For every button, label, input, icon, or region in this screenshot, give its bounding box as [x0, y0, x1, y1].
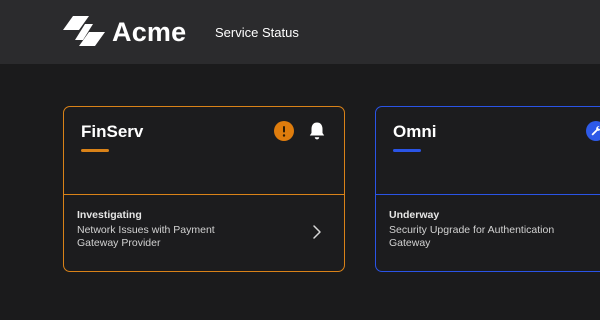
bell-icon[interactable]: [308, 121, 326, 141]
status-accent-bar: [81, 149, 109, 152]
service-card-finserv[interactable]: FinServ Investigating Network Issues wit…: [63, 106, 345, 272]
warning-icon: [274, 121, 294, 141]
card-divider: [376, 194, 600, 195]
card-title: FinServ: [81, 122, 144, 141]
chevron-right-icon[interactable]: [311, 224, 323, 240]
card-title: Omni: [393, 122, 437, 141]
service-card-omni[interactable]: Omni Underway Security Upgrade for Authe…: [375, 106, 600, 272]
incident-description: Security Upgrade for Authentication Gate…: [389, 224, 555, 249]
brand-name[interactable]: Acme: [112, 14, 186, 50]
service-status-link[interactable]: Service Status: [215, 24, 299, 42]
incident-status: Underway: [389, 209, 440, 221]
top-bar: Acme Service Status: [0, 0, 600, 64]
status-accent-bar: [393, 149, 421, 152]
card-divider: [64, 194, 344, 195]
incident-status: Investigating: [77, 209, 142, 221]
wrench-icon: [586, 121, 600, 141]
incident-description: Network Issues with Payment Gateway Prov…: [77, 224, 215, 249]
acme-logo-icon[interactable]: [63, 16, 105, 48]
